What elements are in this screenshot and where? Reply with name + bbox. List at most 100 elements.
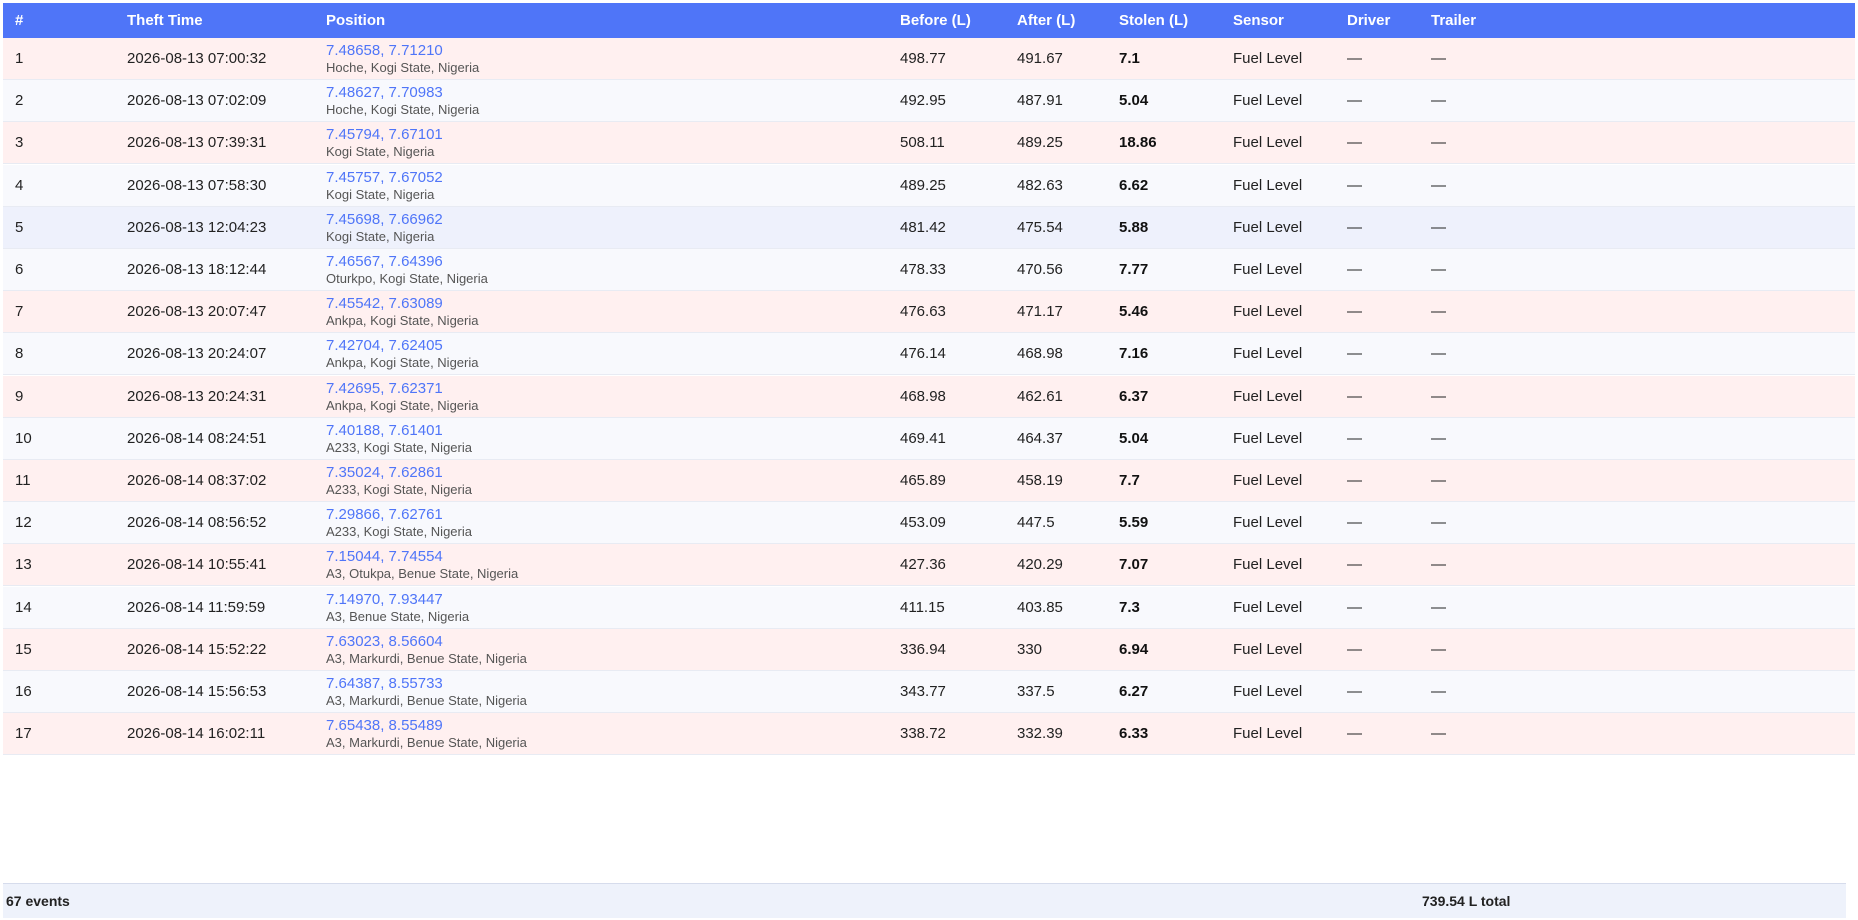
trailer-name: — [1431, 472, 1446, 489]
coordinates-link[interactable]: 7.45794, 7.67101 [326, 126, 443, 143]
table-row[interactable]: 14 2026-08-14 11:59:59 411.15 403.85 7.3 Fuel… [3, 587, 1855, 629]
before-liters: 465.89 [900, 472, 946, 489]
address-text: A233, Kogi State, Nigeria [326, 440, 472, 455]
table-row[interactable]: 7 2026-08-13 20:07:47 476.63 471.17 5.46 Fuel… [3, 291, 1855, 333]
table-row[interactable]: 16 2026-08-14 15:56:53 343.77 337.5 6.27 Fuel… [3, 671, 1855, 713]
coordinates-link[interactable]: 7.45542, 7.63089 [326, 295, 478, 312]
header-position[interactable]: Position [326, 3, 385, 38]
before-liters: 411.15 [900, 599, 945, 616]
table-row[interactable]: 4 2026-08-13 07:58:30 489.25 482.63 6.62 Fuel… [3, 165, 1855, 207]
header-index[interactable]: # [15, 3, 23, 38]
stolen-total: 739.54 L total [1422, 893, 1511, 909]
position-cell: 7.45698, 7.66962 Kogi State, Nigeria [326, 211, 443, 245]
theft-time: 2026-08-14 11:59:59 [127, 599, 266, 616]
driver-name: — [1347, 514, 1362, 531]
header-before[interactable]: Before (L) [900, 3, 971, 38]
address-text: A233, Kogi State, Nigeria [326, 482, 472, 497]
theft-time: 2026-08-14 16:02:11 [127, 725, 266, 742]
table-row[interactable]: 9 2026-08-13 20:24:31 468.98 462.61 6.37 Fuel… [3, 376, 1855, 418]
theft-time: 2026-08-14 08:56:52 [127, 514, 267, 531]
after-liters: 471.17 [1017, 303, 1063, 320]
address-text: A3, Markurdi, Benue State, Nigeria [326, 735, 527, 750]
position-cell: 7.48627, 7.70983 Hoche, Kogi State, Niger… [326, 84, 479, 118]
coordinates-link[interactable]: 7.64387, 8.55733 [326, 675, 527, 692]
coordinates-link[interactable]: 7.14970, 7.93447 [326, 591, 469, 608]
fuel-theft-table: # Theft Time Position Before (L) After (… [3, 3, 1855, 918]
table-row[interactable]: 11 2026-08-14 08:37:02 465.89 458.19 7.7 Fuel… [3, 460, 1855, 502]
table-row[interactable]: 6 2026-08-13 18:12:44 478.33 470.56 7.77 Fuel… [3, 249, 1855, 291]
header-trailer[interactable]: Trailer [1431, 3, 1476, 38]
row-index: 17 [15, 725, 32, 742]
address-text: A3, Otukpa, Benue State, Nigeria [326, 566, 519, 581]
trailer-name: — [1431, 388, 1446, 405]
trailer-name: — [1431, 514, 1446, 531]
coordinates-link[interactable]: 7.40188, 7.61401 [326, 422, 472, 439]
coordinates-link[interactable]: 7.29866, 7.62761 [326, 506, 472, 523]
table-row[interactable]: 10 2026-08-14 08:24:51 469.41 464.37 5.04 Fue… [3, 418, 1855, 460]
trailer-name: — [1431, 599, 1446, 616]
sensor-name: Fuel Level [1233, 599, 1303, 616]
trailer-name: — [1431, 641, 1446, 658]
table-row[interactable]: 8 2026-08-13 20:24:07 476.14 468.98 7.16 Fuel… [3, 333, 1855, 375]
row-index: 14 [15, 599, 32, 616]
sensor-name: Fuel Level [1233, 641, 1303, 658]
before-liters: 476.14 [900, 345, 946, 362]
table-row[interactable]: 1 2026-08-13 07:00:32 498.77 491.67 7.1 Fuel … [3, 38, 1855, 80]
theft-time: 2026-08-14 08:24:51 [127, 430, 267, 447]
coordinates-link[interactable]: 7.45757, 7.67052 [326, 169, 443, 186]
sensor-name: Fuel Level [1233, 514, 1303, 531]
row-index: 1 [15, 50, 24, 67]
address-text: Kogi State, Nigeria [326, 187, 435, 202]
sensor-name: Fuel Level [1233, 134, 1303, 151]
sensor-name: Fuel Level [1233, 430, 1303, 447]
stolen-liters: 18.86 [1119, 134, 1157, 151]
before-liters: 492.95 [900, 92, 946, 109]
coordinates-link[interactable]: 7.42704, 7.62405 [326, 337, 478, 354]
sensor-name: Fuel Level [1233, 177, 1303, 194]
table-row[interactable]: 13 2026-08-14 10:55:41 427.36 420.29 7.07 Fue… [3, 544, 1855, 586]
theft-time: 2026-08-13 12:04:23 [127, 219, 267, 236]
sensor-name: Fuel Level [1233, 261, 1303, 278]
header-sensor[interactable]: Sensor [1233, 3, 1284, 38]
table-row[interactable]: 5 2026-08-13 12:04:23 481.42 475.54 5.88 Fuel… [3, 207, 1855, 249]
coordinates-link[interactable]: 7.15044, 7.74554 [326, 548, 518, 565]
trailer-name: — [1431, 303, 1446, 320]
after-liters: 420.29 [1017, 556, 1063, 573]
coordinates-link[interactable]: 7.63023, 8.56604 [326, 633, 527, 650]
stolen-liters: 7.7 [1119, 472, 1140, 489]
table-row[interactable]: 15 2026-08-14 15:52:22 336.94 330 6.94 Fuel L… [3, 629, 1855, 671]
stolen-liters: 6.94 [1119, 641, 1149, 658]
table-row[interactable]: 2 2026-08-13 07:02:09 492.95 487.91 5.04 Fuel… [3, 80, 1855, 122]
coordinates-link[interactable]: 7.48627, 7.70983 [326, 84, 479, 101]
header-driver[interactable]: Driver [1347, 3, 1390, 38]
after-liters: 482.63 [1017, 177, 1063, 194]
coordinates-link[interactable]: 7.46567, 7.64396 [326, 253, 488, 270]
header-after[interactable]: After (L) [1017, 3, 1075, 38]
table-row[interactable]: 3 2026-08-13 07:39:31 508.11 489.25 18.86 Fue… [3, 122, 1855, 164]
coordinates-link[interactable]: 7.48658, 7.71210 [326, 42, 479, 59]
table-row[interactable]: 17 2026-08-14 16:02:11 338.72 332.39 6.33 Fue… [3, 713, 1855, 755]
table-header: # Theft Time Position Before (L) After (… [3, 3, 1855, 38]
after-liters: 462.61 [1017, 388, 1063, 405]
coordinates-link[interactable]: 7.45698, 7.66962 [326, 211, 443, 228]
coordinates-link[interactable]: 7.65438, 8.55489 [326, 717, 527, 734]
trailer-name: — [1431, 50, 1446, 67]
sensor-name: Fuel Level [1233, 303, 1303, 320]
before-liters: 481.42 [900, 219, 946, 236]
stolen-liters: 6.27 [1119, 683, 1149, 700]
driver-name: — [1347, 134, 1362, 151]
driver-name: — [1347, 641, 1362, 658]
trailer-name: — [1431, 177, 1446, 194]
header-theft-time[interactable]: Theft Time [127, 3, 203, 38]
header-stolen[interactable]: Stolen (L) [1119, 3, 1188, 38]
coordinates-link[interactable]: 7.42695, 7.62371 [326, 380, 478, 397]
coordinates-link[interactable]: 7.35024, 7.62861 [326, 464, 472, 481]
table-body[interactable]: 1 2026-08-13 07:00:32 498.77 491.67 7.1 Fuel … [3, 38, 1855, 883]
stolen-liters: 5.59 [1119, 514, 1149, 531]
stolen-liters: 7.07 [1119, 556, 1149, 573]
address-text: A3, Markurdi, Benue State, Nigeria [326, 651, 527, 666]
after-liters: 332.39 [1017, 725, 1063, 742]
table-row[interactable]: 12 2026-08-14 08:56:52 453.09 447.5 5.59 Fuel… [3, 502, 1855, 544]
position-cell: 7.45542, 7.63089 Ankpa, Kogi State, Niger… [326, 295, 478, 329]
before-liters: 469.41 [900, 430, 946, 447]
